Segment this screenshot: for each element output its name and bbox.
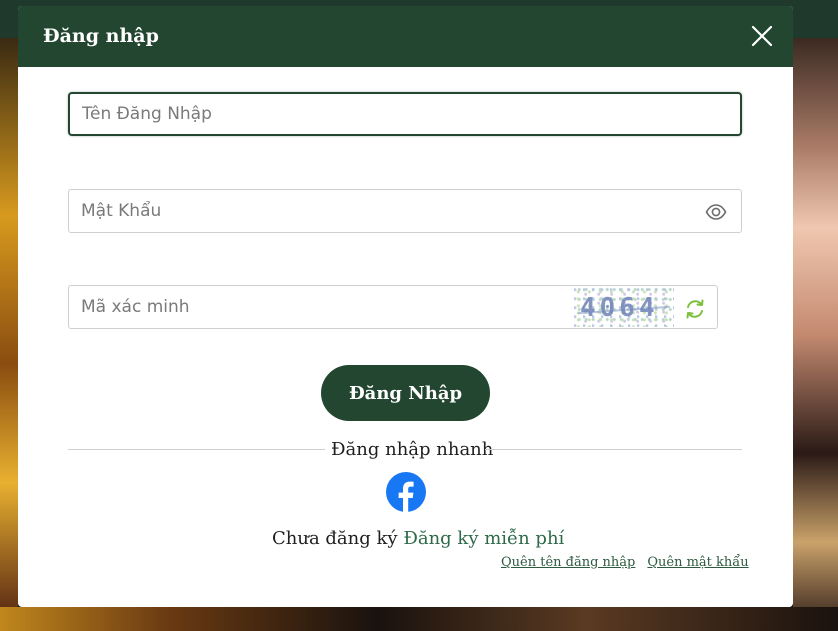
- login-modal: Đăng nhập 4064 Đăng Nhập Đăn: [18, 6, 793, 607]
- background-banner-right: [793, 38, 838, 631]
- eye-icon[interactable]: [705, 201, 727, 223]
- modal-title: Đăng nhập: [43, 25, 159, 47]
- close-icon[interactable]: [749, 23, 775, 49]
- username-input[interactable]: [82, 94, 642, 134]
- captcha-field: 4064: [68, 285, 718, 329]
- signup-row: Chưa đăng ký Đăng ký miễn phí: [272, 528, 564, 549]
- signup-link[interactable]: Đăng ký miễn phí: [403, 528, 564, 549]
- captcha-input[interactable]: [81, 286, 561, 328]
- captcha-image[interactable]: 4064: [574, 287, 674, 327]
- background-footer-strip: [0, 607, 838, 631]
- modal-header: Đăng nhập: [18, 6, 793, 67]
- refresh-icon[interactable]: [684, 298, 706, 320]
- forgot-password-link[interactable]: Quên mật khẩu: [647, 555, 748, 570]
- divider-right: [485, 449, 742, 450]
- no-account-text: Chưa đăng ký: [272, 528, 404, 549]
- facebook-icon[interactable]: [386, 472, 426, 512]
- login-button[interactable]: Đăng Nhập: [321, 365, 490, 421]
- forgot-links: Quên tên đăng nhập Quên mật khẩu: [501, 555, 749, 570]
- captcha-code: 4064: [580, 293, 659, 323]
- password-input[interactable]: [81, 190, 641, 232]
- password-field: [68, 189, 742, 233]
- quick-login-label: Đăng nhập nhanh: [331, 439, 494, 460]
- username-field: [68, 92, 742, 136]
- background-banner-left: [0, 38, 18, 631]
- divider-left: [68, 449, 325, 450]
- forgot-username-link[interactable]: Quên tên đăng nhập: [501, 555, 635, 570]
